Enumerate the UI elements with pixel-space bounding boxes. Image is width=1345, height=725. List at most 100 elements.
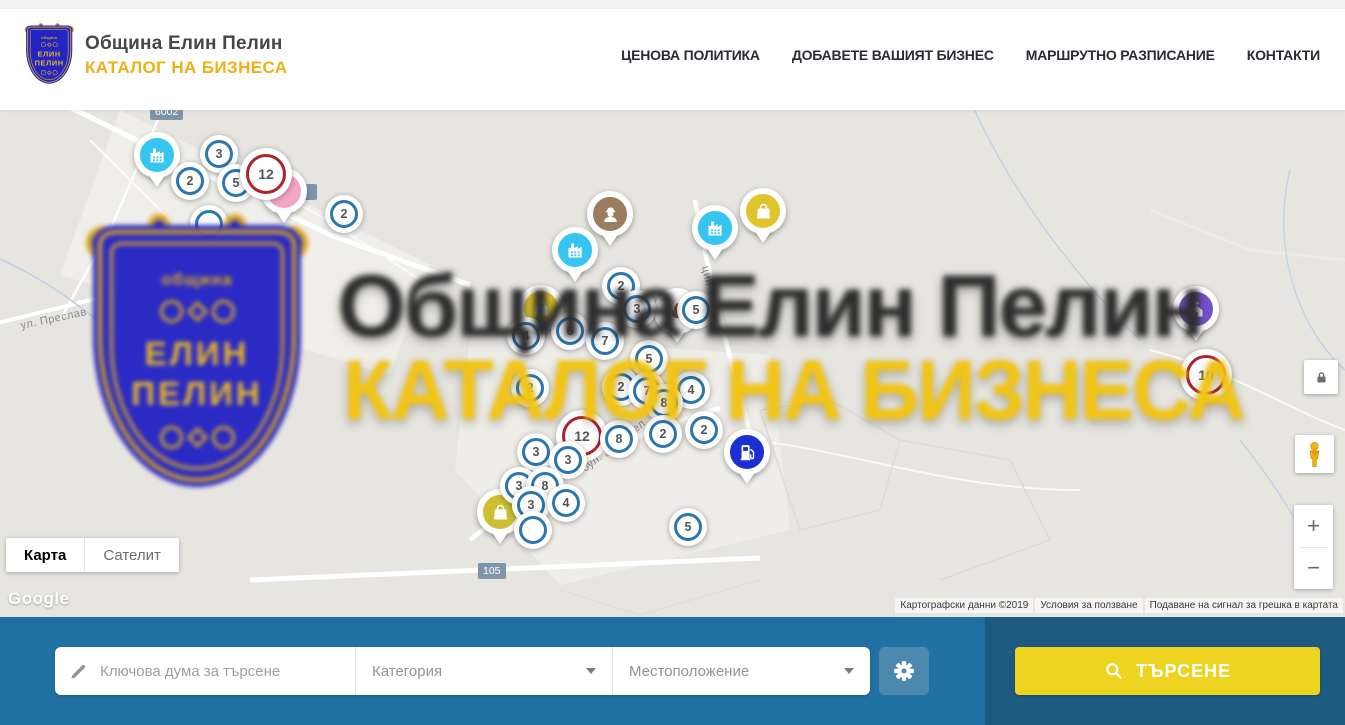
gear-icon [893,660,915,682]
keyword-input[interactable] [98,662,341,681]
satellite-button[interactable]: Сателит [84,538,179,572]
nav-item-pricing[interactable]: ЦЕНОВА ПОЛИТИКА [621,47,760,63]
site-title: Община Елин Пелин [85,33,287,55]
church-pin-circle [1173,286,1219,332]
map-button[interactable]: Карта [6,538,84,572]
zoom-in-button[interactable]: + [1294,505,1333,547]
pin-tail [148,174,166,196]
map-pin-bag[interactable] [740,188,786,252]
map-attribution: Картографски данни ©2019 Условия за полз… [895,598,1343,613]
map-cluster-marker[interactable]: 5 [669,508,707,546]
cluster-count: 3 [205,140,233,168]
map-cluster-marker[interactable]: 2 [685,411,723,449]
bag-pin-circle [740,188,786,234]
advanced-filters-button[interactable] [879,647,929,695]
map-cluster-marker[interactable] [514,511,552,549]
cluster-count: 8 [650,389,678,417]
map-cluster-marker[interactable]: 7 [586,322,624,360]
nav-item-add-business[interactable]: ДОБАВЕТЕ ВАШИЯТ БИЗНЕС [792,47,994,63]
cluster-count: 3 [522,438,550,466]
header: община ЕЛИН ПЕЛИН Община Елин Пелин КАТА… [0,0,1345,110]
zoom-out-button[interactable]: − [1294,548,1333,590]
chevron-down-icon [586,668,596,674]
map-cluster-marker[interactable]: 2 [511,369,549,407]
pin-tail [491,531,509,553]
factory-pin-circle [692,205,738,251]
cluster-count: 10 [1186,355,1226,395]
map-cluster-marker[interactable]: 2 [171,162,209,200]
page: 6002105ул. Преславбул. „Новоселций 32512… [0,0,1345,725]
pin-tail [275,210,293,232]
pencil-icon [69,662,88,681]
cluster-count: 2 [649,420,677,448]
site-subtitle: КАТАЛОГ НА БИЗНЕСА [85,58,287,78]
nav-item-route-schedule[interactable]: МАРШРУТНО РАЗПИСАНИЕ [1026,47,1215,63]
cluster-count: 5 [682,296,710,324]
road-shield-label: 105 [478,563,506,579]
cluster-count: 2 [176,167,204,195]
cluster-count: 6 [556,317,584,345]
search-panel: Категория Местоположение [0,617,1345,725]
shopping-bag-icon [531,298,552,319]
factory-icon [147,145,168,166]
pin-tail [754,230,772,252]
map-cluster-marker[interactable] [190,205,228,243]
factory-icon [705,218,726,239]
cluster-count: 2 [330,200,358,228]
keyword-field-wrap [55,647,355,695]
google-logo[interactable]: Google [8,589,70,609]
factory-icon [565,240,586,261]
map-cluster-marker[interactable]: 2 [325,195,363,233]
pin-tail [1187,328,1205,350]
map-cluster-marker[interactable]: 6 [551,312,589,350]
lock-button[interactable] [1304,360,1338,394]
report-error-link[interactable]: Подаване на сигнал за грешка в картата [1145,598,1343,613]
road-shield-label: 6002 [150,110,183,120]
cluster-count: 12 [246,154,286,194]
map-cluster-marker[interactable]: 5 [677,291,715,329]
location-select[interactable]: Местоположение [612,647,870,695]
map-cluster-marker[interactable]: 12 [240,148,292,200]
map-cluster-marker[interactable]: 10 [1180,349,1232,401]
map-cluster-marker[interactable]: 3 [618,290,656,328]
map-pin-fuel[interactable] [724,429,770,493]
factory-pin-circle [552,227,598,273]
search-group: Категория Местоположение [55,647,870,695]
map-cluster-marker[interactable]: 4 [547,484,585,522]
cluster-count [195,210,223,238]
pin-tail [706,247,724,269]
search-button[interactable]: ТЪРСЕНЕ [1015,647,1320,695]
site-logo-crest: община ЕЛИН ПЕЛИН [25,24,75,86]
shopping-bag-icon [490,502,511,523]
map-pin-factory[interactable] [552,227,598,291]
cluster-count: 4 [552,489,580,517]
map-pin-factory[interactable] [692,205,738,269]
street-view-pegman-button[interactable] [1295,435,1334,473]
cluster-count: 3 [623,295,651,323]
cluster-count [519,516,547,544]
pin-tail [738,471,756,493]
fuel-pin-circle [724,429,770,475]
pin-tail [566,269,584,291]
category-select-label: Категория [372,663,442,680]
nav-item-contacts[interactable]: КОНТАКТИ [1247,47,1320,63]
map-data-attribution: Картографски данни ©2019 [895,598,1033,613]
site-logo-link[interactable]: община ЕЛИН ПЕЛИН Община Елин Пелин КАТА… [25,24,287,86]
map-cluster-marker[interactable]: 4 [507,317,545,355]
location-select-label: Местоположение [629,663,749,680]
cluster-count: 2 [516,374,544,402]
fuel-pump-icon [737,442,758,463]
zoom-control: + − [1294,505,1333,589]
category-select[interactable]: Категория [355,647,612,695]
map-pin-church[interactable] [1173,286,1219,350]
cluster-count: 7 [591,327,619,355]
terms-link[interactable]: Условия за ползване [1035,598,1142,613]
map-cluster-marker[interactable]: 2 [644,415,682,453]
search-button-label: ТЪРСЕНЕ [1136,661,1231,682]
church-icon [1186,299,1207,320]
map-cluster-marker[interactable]: 8 [600,420,638,458]
cluster-count: 5 [635,345,663,373]
map-canvas[interactable]: 6002105ул. Преславбул. „Новоселций 32512… [0,110,1345,617]
cluster-count: 8 [605,425,633,453]
cluster-count: 4 [512,322,540,350]
